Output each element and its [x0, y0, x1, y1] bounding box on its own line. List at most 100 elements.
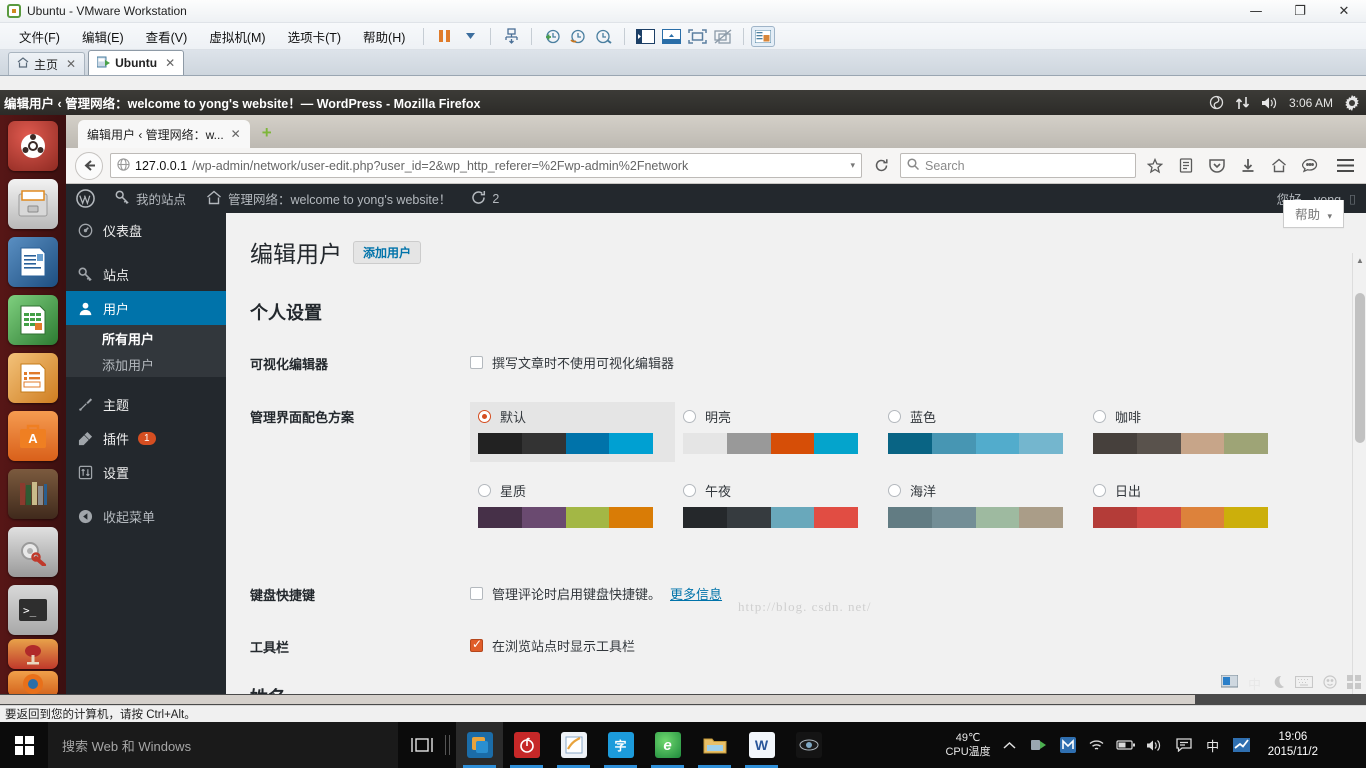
back-arrow-icon[interactable]	[75, 151, 103, 180]
show-thumbnail-bar-icon[interactable]	[658, 25, 684, 47]
sync-icon[interactable]	[1209, 95, 1224, 110]
terminal-icon[interactable]: >_	[8, 585, 58, 635]
page-scrollbar[interactable]: ▲ ▼	[1352, 253, 1366, 705]
libreoffice-calc-icon[interactable]	[8, 295, 58, 345]
pause-icon[interactable]	[431, 25, 457, 47]
wordpress-logo-icon[interactable]	[66, 184, 105, 213]
ubuntu-dash-icon[interactable]	[8, 121, 58, 171]
menu-help[interactable]: 帮助(H)	[352, 24, 416, 49]
chevron-down-icon[interactable]: ▾	[850, 160, 855, 171]
take-snapshot-icon[interactable]	[539, 25, 565, 47]
task-view-icon[interactable]	[398, 722, 445, 768]
toolbar-checkbox[interactable]	[470, 637, 483, 652]
sidebar-item-themes[interactable]: 主题	[66, 387, 226, 421]
manage-snapshot-icon[interactable]	[591, 25, 617, 47]
maxthon-icon[interactable]	[1058, 737, 1078, 753]
reader-list-icon[interactable]	[1174, 154, 1198, 178]
sidebar-subitem-all-users[interactable]: 所有用户	[66, 325, 226, 351]
ime-chinese-icon[interactable]: 中	[1203, 736, 1223, 755]
taskbar-app-word[interactable]: W	[738, 722, 785, 768]
color-scheme-light[interactable]: 明亮	[675, 402, 880, 462]
taskbar-app-edge[interactable]: e	[644, 722, 691, 768]
sidebar-subitem-add-user[interactable]: 添加用户	[66, 351, 226, 377]
ubuntu-software-center-icon[interactable]: A	[8, 411, 58, 461]
home-icon[interactable]	[1267, 154, 1291, 178]
grid-icon[interactable]	[1347, 675, 1361, 692]
sync-chat-icon[interactable]	[1298, 154, 1322, 178]
battery-icon[interactable]	[1116, 739, 1136, 751]
close-icon[interactable]: ✕	[165, 56, 175, 70]
cpu-temperature-indicator[interactable]: 49℃ CPU温度	[945, 731, 990, 759]
sidebar-item-collapse[interactable]: 收起菜单	[66, 499, 226, 533]
chinese-mode-icon[interactable]: 中	[1248, 674, 1261, 693]
taskbar-app-qq-pinyin[interactable]: 字	[597, 722, 644, 768]
color-scheme-midnight[interactable]: 午夜	[675, 476, 880, 536]
radio-ocean[interactable]	[888, 484, 901, 497]
vm-tab-home[interactable]: 主页 ✕	[8, 52, 86, 75]
dropdown-caret-icon[interactable]	[457, 25, 483, 47]
scroll-up-icon[interactable]: ▲	[1353, 253, 1366, 268]
sidebar-item-sites[interactable]: 站点	[66, 257, 226, 291]
system-settings-icon[interactable]	[8, 527, 58, 577]
guest-horizontal-scrollbar[interactable]	[0, 694, 1366, 705]
gear-icon[interactable]	[1344, 94, 1360, 111]
show-hidden-icons-icon[interactable]	[1000, 741, 1020, 750]
full-screen-icon[interactable]	[684, 25, 710, 47]
unity-mode-icon[interactable]	[710, 25, 736, 47]
maximize-button[interactable]: ❐	[1278, 0, 1322, 23]
sidebar-item-dashboard[interactable]: 仪表盘	[66, 213, 226, 247]
color-scheme-ectoplasm[interactable]: 星质	[470, 476, 675, 536]
moon-icon[interactable]	[1271, 675, 1285, 692]
libreoffice-writer-icon[interactable]	[8, 237, 58, 287]
url-bar[interactable]: 127.0.0.1/wp-admin/network/user-edit.php…	[110, 153, 862, 178]
add-user-button[interactable]: 添加用户	[353, 240, 422, 264]
taskbar-app-file-explorer[interactable]	[691, 722, 738, 768]
radio-blue[interactable]	[888, 410, 901, 423]
console-view-icon[interactable]	[751, 25, 776, 47]
vm-tab-ubuntu[interactable]: Ubuntu ✕	[88, 50, 185, 75]
taskbar-app-virtual-dj[interactable]	[785, 722, 832, 768]
firefox-tab[interactable]: 编辑用户 ‹ 管理网络：w... ✕	[78, 120, 250, 148]
menu-tabs[interactable]: 选项卡(T)	[277, 24, 352, 49]
radio-light[interactable]	[683, 410, 696, 423]
radio-ectoplasm[interactable]	[478, 484, 491, 497]
wp-my-sites[interactable]: 我的站点	[105, 184, 196, 213]
ubuntu-clock[interactable]: 3:06 AM	[1289, 96, 1333, 110]
wifi-icon[interactable]	[1087, 738, 1107, 752]
menu-file[interactable]: 文件(F)	[8, 24, 71, 49]
taskbar-app-vmware[interactable]	[456, 722, 503, 768]
color-scheme-ocean[interactable]: 海洋	[880, 476, 1085, 536]
radio-default[interactable]	[478, 410, 491, 423]
taskbar-app-netease-music[interactable]	[503, 722, 550, 768]
color-scheme-coffee[interactable]: 咖啡	[1085, 402, 1290, 462]
downloads-icon[interactable]	[1236, 154, 1260, 178]
files-icon[interactable]	[8, 179, 58, 229]
keyboard-shortcuts-checkbox[interactable]	[470, 587, 483, 600]
hamburger-menu-icon[interactable]	[1333, 154, 1357, 178]
color-scheme-sunrise[interactable]: 日出	[1085, 476, 1290, 536]
search-input[interactable]: 搜索 Web 和 Windows	[48, 722, 398, 768]
sidebar-item-users[interactable]: 用户	[66, 291, 226, 325]
radio-coffee[interactable]	[1093, 410, 1106, 423]
menu-vm[interactable]: 虚拟机(M)	[198, 24, 276, 49]
windows-start-icon[interactable]	[0, 722, 48, 768]
close-button[interactable]: ✕	[1322, 0, 1366, 23]
sidebar-item-settings[interactable]: 设置	[66, 455, 226, 489]
snapshot-manager-icon[interactable]	[498, 25, 524, 47]
visual-editor-checkbox-row[interactable]: 撰写文章时不使用可视化编辑器	[470, 353, 1352, 372]
scrollbar-thumb[interactable]	[0, 695, 1195, 704]
screen-icon[interactable]	[1220, 674, 1239, 692]
color-scheme-blue[interactable]: 蓝色	[880, 402, 1085, 462]
menu-view[interactable]: 查看(V)	[135, 24, 199, 49]
keyboard-shortcuts-checkbox-row[interactable]: 管理评论时启用键盘快捷键。 更多信息	[470, 584, 1352, 603]
show-library-icon[interactable]	[632, 25, 658, 47]
minimize-button[interactable]: —	[1234, 0, 1278, 23]
radio-midnight[interactable]	[683, 484, 696, 497]
toolbar-checkbox-row[interactable]: 在浏览站点时显示工具栏	[470, 636, 1352, 655]
mail-icon[interactable]	[1232, 738, 1252, 752]
search-input[interactable]: Search	[900, 153, 1136, 178]
emoji-icon[interactable]	[1323, 675, 1337, 692]
green-shield-icon[interactable]	[1029, 737, 1049, 753]
menu-edit[interactable]: 编辑(E)	[71, 24, 135, 49]
reload-icon[interactable]	[869, 154, 893, 178]
